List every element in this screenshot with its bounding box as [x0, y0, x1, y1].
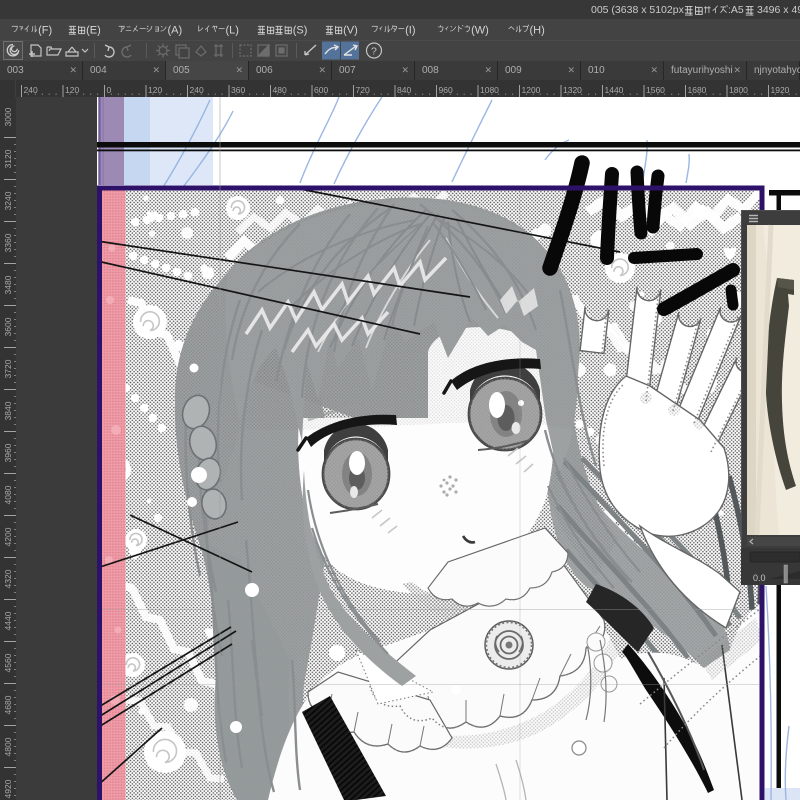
svg-text:3480: 3480: [3, 275, 13, 294]
svg-text:3120: 3120: [3, 149, 13, 168]
svg-text:(V): (V): [343, 25, 358, 37]
svg-text:005 (3638 x 5102px: 005 (3638 x 5102px: [591, 4, 685, 16]
svg-text:4320: 4320: [3, 569, 13, 588]
svg-text:3000: 3000: [3, 107, 13, 126]
svg-text:(W): (W): [471, 25, 489, 37]
svg-text:?: ?: [371, 46, 377, 58]
svg-text:3496 x 496: 3496 x 496: [757, 4, 800, 16]
svg-text:4800: 4800: [3, 737, 13, 756]
svg-text:1440: 1440: [605, 85, 624, 95]
svg-text:1920: 1920: [771, 85, 790, 95]
svg-text:3720: 3720: [3, 359, 13, 378]
svg-text:3960: 3960: [3, 443, 13, 462]
svg-text:4200: 4200: [3, 527, 13, 546]
svg-text:(S): (S): [293, 25, 308, 37]
svg-text:4080: 4080: [3, 485, 13, 504]
svg-text:(F): (F): [38, 25, 52, 37]
svg-text:4920: 4920: [3, 779, 13, 798]
svg-text:3360: 3360: [3, 233, 13, 252]
svg-text:1560: 1560: [646, 85, 665, 95]
svg-text:0: 0: [107, 85, 112, 95]
svg-text:1680: 1680: [688, 85, 707, 95]
svg-text:4560: 4560: [3, 653, 13, 672]
svg-text:1080: 1080: [480, 85, 499, 95]
svg-text:(E): (E): [86, 25, 101, 37]
svg-text:4440: 4440: [3, 611, 13, 630]
svg-text:0.0: 0.0: [753, 573, 766, 583]
svg-text:(A): (A): [168, 25, 183, 37]
svg-text::A5: :A5: [728, 4, 744, 16]
svg-text:(I): (I): [405, 25, 415, 37]
svg-text:3840: 3840: [3, 401, 13, 420]
svg-text:(H): (H): [530, 25, 545, 37]
svg-text:3240: 3240: [3, 191, 13, 210]
svg-text:4680: 4680: [3, 695, 13, 714]
svg-text:3600: 3600: [3, 317, 13, 336]
svg-text:(L): (L): [226, 25, 239, 37]
svg-text:1800: 1800: [729, 85, 748, 95]
svg-text:1320: 1320: [563, 85, 582, 95]
svg-text:1200: 1200: [522, 85, 541, 95]
